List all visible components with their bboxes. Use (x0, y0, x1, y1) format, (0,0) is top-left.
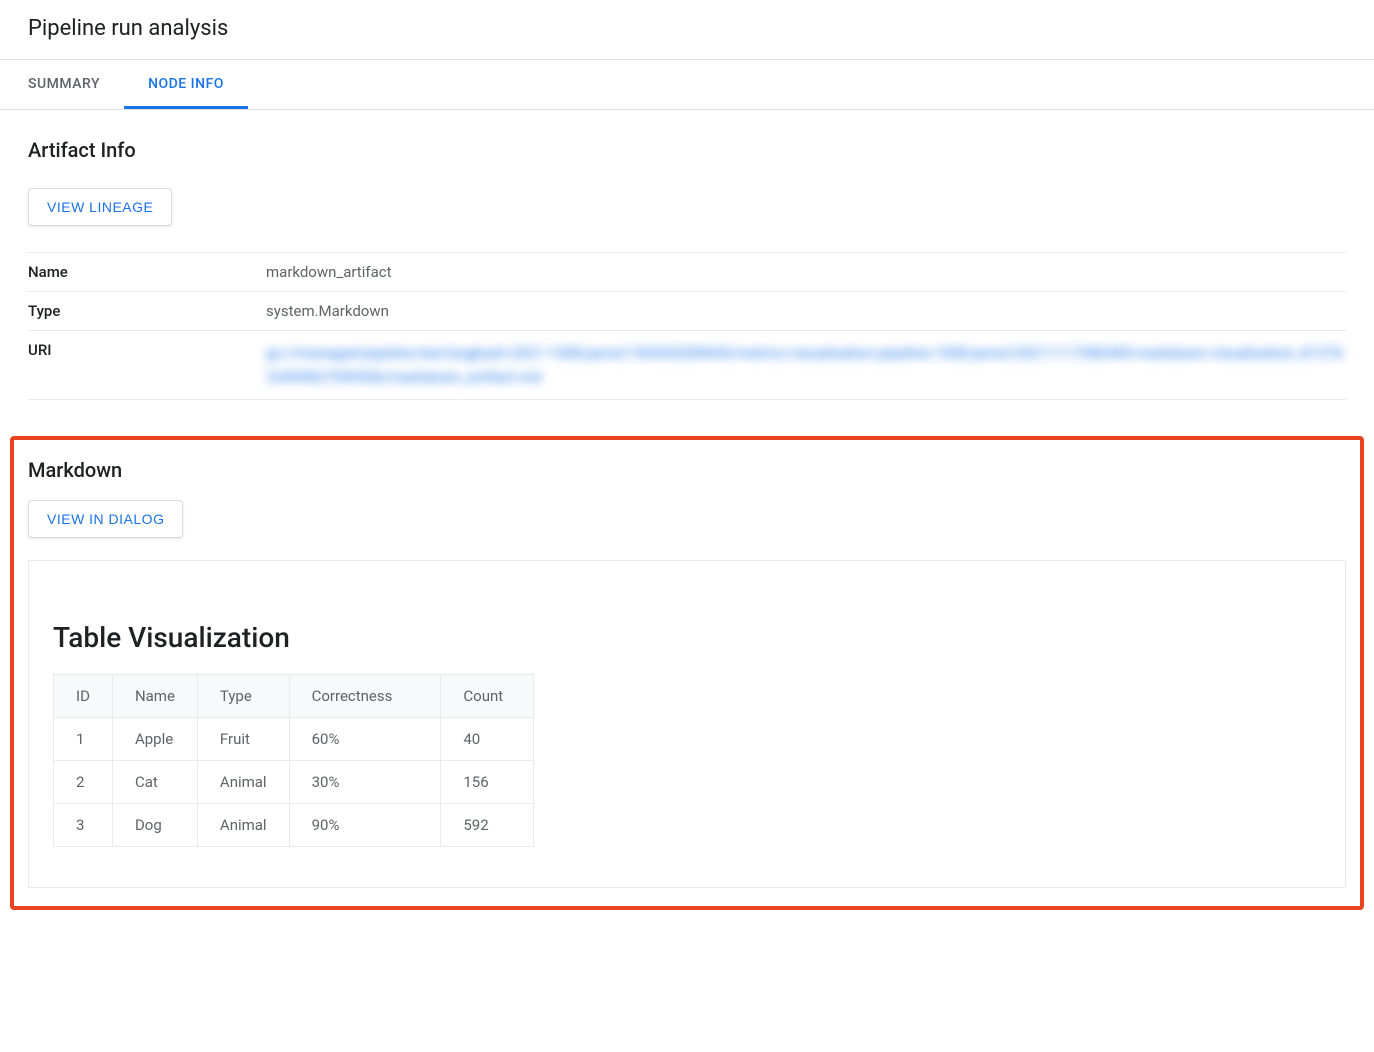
cell-count: 592 (441, 804, 534, 847)
col-header-type: Type (197, 675, 289, 718)
view-in-dialog-button[interactable]: VIEW IN DIALOG (28, 500, 183, 538)
table-row: 1 Apple Fruit 60% 40 (54, 718, 534, 761)
cell-id: 2 (54, 761, 113, 804)
artifact-info-table: Name markdown_artifact Type system.Markd… (28, 252, 1346, 400)
col-header-id: ID (54, 675, 113, 718)
col-header-name: Name (112, 675, 197, 718)
cell-id: 1 (54, 718, 113, 761)
info-row-uri: URI gs://managed-pipeline-test-bugbash-2… (28, 331, 1346, 400)
page-title: Pipeline run analysis (0, 0, 1374, 59)
tabs-bar: SUMMARY NODE INFO (0, 59, 1374, 110)
col-header-count: Count (441, 675, 534, 718)
cell-type: Fruit (197, 718, 289, 761)
cell-correctness: 30% (289, 761, 441, 804)
info-value-uri: gs://managed-pipeline-test-bugbash-2021-… (266, 331, 1346, 400)
info-row-type: Type system.Markdown (28, 292, 1346, 331)
cell-count: 156 (441, 761, 534, 804)
info-label-name: Name (28, 253, 266, 292)
markdown-heading: Markdown (28, 458, 1346, 482)
col-header-correctness: Correctness (289, 675, 441, 718)
view-lineage-button[interactable]: VIEW LINEAGE (28, 188, 172, 226)
info-label-type: Type (28, 292, 266, 331)
cell-name: Dog (112, 804, 197, 847)
table-row: 2 Cat Animal 30% 156 (54, 761, 534, 804)
uri-blurred-text: gs://managed-pipeline-test-bugbash-2021-… (266, 341, 1346, 389)
cell-type: Animal (197, 804, 289, 847)
markdown-card: Table Visualization ID Name Type Correct… (28, 560, 1346, 888)
cell-count: 40 (441, 718, 534, 761)
info-value-name: markdown_artifact (266, 253, 1346, 292)
cell-name: Cat (112, 761, 197, 804)
tab-node-info[interactable]: NODE INFO (124, 60, 248, 109)
table-row: 3 Dog Animal 90% 592 (54, 804, 534, 847)
cell-correctness: 60% (289, 718, 441, 761)
info-label-uri: URI (28, 331, 266, 400)
info-value-type: system.Markdown (266, 292, 1346, 331)
cell-correctness: 90% (289, 804, 441, 847)
cell-id: 3 (54, 804, 113, 847)
table-header-row: ID Name Type Correctness Count (54, 675, 534, 718)
markdown-highlight-box: Markdown VIEW IN DIALOG Table Visualizat… (10, 436, 1364, 910)
tab-summary[interactable]: SUMMARY (28, 60, 124, 109)
artifact-info-heading: Artifact Info (28, 138, 1346, 162)
info-row-name: Name markdown_artifact (28, 253, 1346, 292)
cell-type: Animal (197, 761, 289, 804)
table-visualization-title: Table Visualization (53, 621, 1321, 654)
cell-name: Apple (112, 718, 197, 761)
visualization-table: ID Name Type Correctness Count 1 Apple F… (53, 674, 534, 847)
